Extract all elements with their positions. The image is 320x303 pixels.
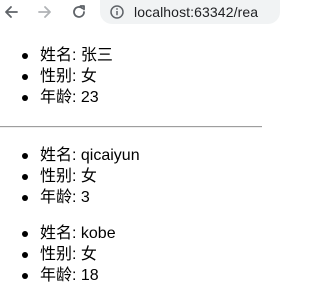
reload-button[interactable] (68, 0, 90, 24)
forward-button[interactable] (34, 0, 56, 24)
back-button[interactable] (0, 0, 22, 24)
person-gender: 性别: 女 (0, 244, 116, 265)
person-gender: 性别: 女 (0, 66, 113, 87)
forward-arrow-icon (37, 4, 53, 20)
person-list: 姓名: 张三 性别: 女 年龄: 23 (0, 45, 113, 108)
person-name: 姓名: qicaiyun (0, 145, 140, 166)
person-age: 年龄: 18 (0, 265, 116, 286)
horizontal-rule (0, 126, 262, 128)
person-age: 年龄: 23 (0, 87, 113, 108)
back-arrow-icon (3, 4, 19, 20)
person-name: 姓名: kobe (0, 223, 116, 244)
info-icon[interactable] (110, 5, 124, 19)
person-list: 姓名: qicaiyun 性别: 女 年龄: 3 (0, 145, 140, 208)
person-gender: 性别: 女 (0, 166, 140, 187)
person-name: 姓名: 张三 (0, 45, 113, 66)
address-bar[interactable]: localhost:63342/rea (100, 0, 280, 24)
person-age: 年龄: 3 (0, 187, 140, 208)
browser-toolbar: localhost:63342/rea (0, 0, 280, 24)
person-list: 姓名: kobe 性别: 女 年龄: 18 (0, 223, 116, 286)
reload-icon (71, 4, 87, 20)
url-text[interactable]: localhost:63342/rea (134, 4, 258, 20)
